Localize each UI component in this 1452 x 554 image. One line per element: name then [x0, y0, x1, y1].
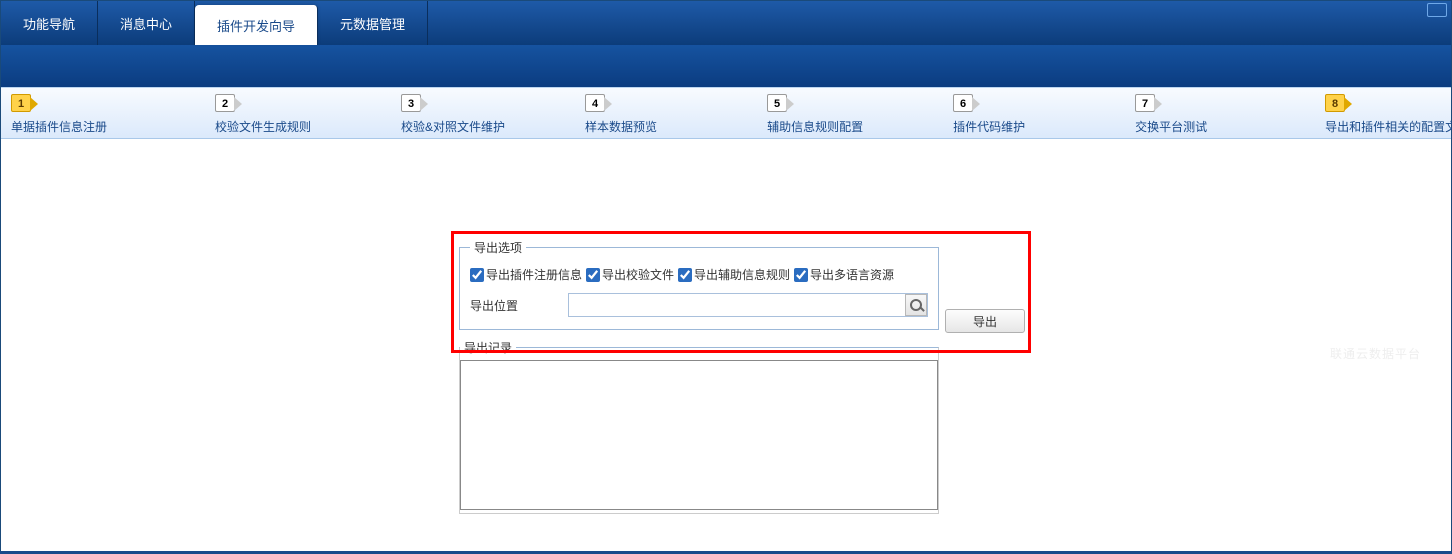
- search-icon: [910, 299, 922, 311]
- step-badge: 5: [767, 94, 787, 112]
- export-log-legend: 导出记录: [460, 339, 516, 356]
- chk-register-info-label: 导出插件注册信息: [486, 266, 582, 283]
- wizard-step-5[interactable]: 5 辅助信息规则配置: [757, 94, 903, 135]
- wizard-step-8[interactable]: 8 导出和插件相关的配置文: [1315, 94, 1452, 135]
- export-log-textarea[interactable]: [460, 360, 938, 510]
- step-label: 导出和插件相关的配置文: [1325, 118, 1452, 135]
- chk-multilang[interactable]: 导出多语言资源: [794, 266, 894, 283]
- watermark-text: 联通云数据平台: [1330, 345, 1421, 362]
- step-badge: 7: [1135, 94, 1155, 112]
- export-panel: 导出选项 导出插件注册信息 导出校验文件 导出辅助信息规则 导出多语言资源: [459, 239, 939, 334]
- export-options-fieldset: 导出选项 导出插件注册信息 导出校验文件 导出辅助信息规则 导出多语言资源: [459, 239, 939, 330]
- export-location-row: 导出位置: [470, 293, 928, 317]
- wizard-steps: 1 单据插件信息注册 2 校验文件生成规则 3 校验&对照文件维护 4 样本数据…: [1, 87, 1451, 139]
- step-label: 插件代码维护: [953, 118, 1025, 135]
- export-checkbox-row: 导出插件注册信息 导出校验文件 导出辅助信息规则 导出多语言资源: [470, 266, 928, 283]
- step-label: 交换平台测试: [1135, 118, 1207, 135]
- step-badge: 3: [401, 94, 421, 112]
- tab-plugin-wizard[interactable]: 插件开发向导: [195, 5, 318, 45]
- top-nav: 功能导航 消息中心 插件开发向导 元数据管理: [1, 1, 1451, 45]
- chk-aux-rule[interactable]: 导出辅助信息规则: [678, 266, 790, 283]
- wizard-step-1[interactable]: 1 单据插件信息注册: [1, 94, 147, 135]
- toolbar-band: [1, 45, 1451, 87]
- chk-validate-file-label: 导出校验文件: [602, 266, 674, 283]
- step-badge: 2: [215, 94, 235, 112]
- wizard-step-6[interactable]: 6 插件代码维护: [943, 94, 1065, 135]
- step-label: 辅助信息规则配置: [767, 118, 863, 135]
- wizard-step-7[interactable]: 7 交换平台测试: [1125, 94, 1247, 135]
- chk-aux-rule-box[interactable]: [678, 268, 692, 282]
- step-badge: 1: [11, 94, 31, 112]
- wizard-step-4[interactable]: 4 样本数据预览: [575, 94, 697, 135]
- main-area: 导出选项 导出插件注册信息 导出校验文件 导出辅助信息规则 导出多语言资源: [1, 139, 1451, 551]
- export-location-label: 导出位置: [470, 297, 560, 314]
- step-label: 校验&对照文件维护: [401, 118, 505, 135]
- browse-button[interactable]: [905, 294, 927, 316]
- chk-validate-file-box[interactable]: [586, 268, 600, 282]
- tab-message-center[interactable]: 消息中心: [98, 1, 195, 45]
- export-log-fieldset: 导出记录: [459, 339, 939, 514]
- chk-register-info-box[interactable]: [470, 268, 484, 282]
- step-label: 样本数据预览: [585, 118, 657, 135]
- step-label: 校验文件生成规则: [215, 118, 311, 135]
- maximize-icon[interactable]: [1427, 3, 1447, 17]
- tab-metadata-mgmt[interactable]: 元数据管理: [318, 1, 428, 45]
- export-options-legend: 导出选项: [470, 239, 526, 256]
- step-label: 单据插件信息注册: [11, 118, 107, 135]
- export-location-input[interactable]: [568, 293, 928, 317]
- wizard-step-3[interactable]: 3 校验&对照文件维护: [391, 94, 545, 135]
- tab-function-nav[interactable]: 功能导航: [1, 1, 98, 45]
- wizard-step-2[interactable]: 2 校验文件生成规则: [205, 94, 351, 135]
- step-badge: 6: [953, 94, 973, 112]
- step-badge: 4: [585, 94, 605, 112]
- step-badge: 8: [1325, 94, 1345, 112]
- chk-multilang-label: 导出多语言资源: [810, 266, 894, 283]
- chk-aux-rule-label: 导出辅助信息规则: [694, 266, 790, 283]
- chk-validate-file[interactable]: 导出校验文件: [586, 266, 674, 283]
- export-location-input-wrap: [568, 293, 928, 317]
- chk-multilang-box[interactable]: [794, 268, 808, 282]
- chk-register-info[interactable]: 导出插件注册信息: [470, 266, 582, 283]
- export-button[interactable]: 导出: [945, 309, 1025, 333]
